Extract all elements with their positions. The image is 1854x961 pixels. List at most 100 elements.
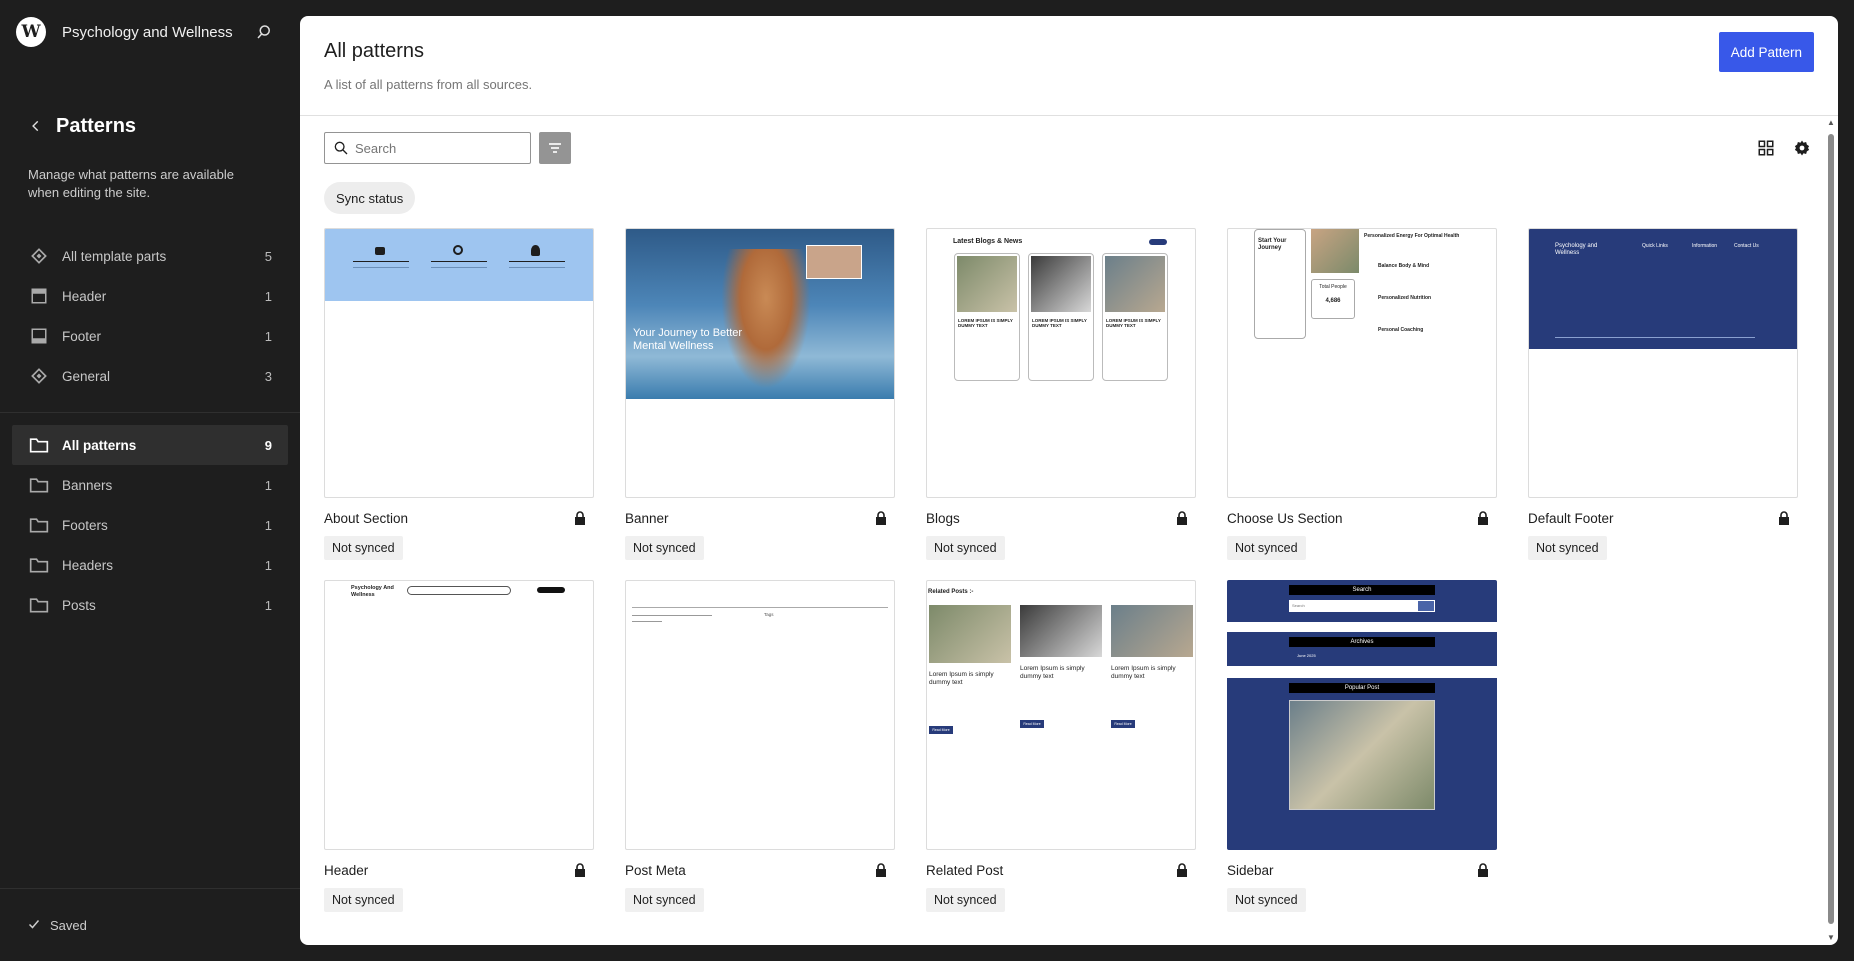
award-icon [531, 245, 540, 256]
pattern-title[interactable]: Default Footer [1528, 511, 1614, 526]
related-post-image [1111, 605, 1193, 657]
nav-item-all-patterns[interactable]: All patterns 9 [12, 425, 288, 465]
pattern-card[interactable]: Psychology and Wellness Quick Links Info… [1528, 228, 1798, 560]
pattern-card[interactable]: Latest Blogs & News LOREM IPSUM IS SIMPL… [926, 228, 1196, 560]
pattern-card[interactable]: Tags Post Meta Not synced [625, 580, 895, 912]
site-title[interactable]: Psychology and Wellness [62, 24, 252, 41]
sidebar-search-widget: Search Search [1227, 580, 1497, 622]
nav-item-general[interactable]: General 3 [12, 356, 288, 396]
blogs-heading: Latest Blogs & News [953, 238, 1023, 245]
nav-label: All template parts [62, 248, 167, 264]
view-options-button[interactable] [1790, 136, 1814, 160]
pattern-preview[interactable]: Psychology and Wellness Quick Links Info… [1528, 228, 1798, 498]
related-heading: Related Posts :- [928, 589, 974, 595]
nav-item-header[interactable]: Header 1 [12, 276, 288, 316]
lock-icon [1779, 511, 1789, 525]
lock-icon [1478, 511, 1488, 525]
header-nav-pill [407, 586, 511, 595]
pattern-preview[interactable]: Tags [625, 580, 895, 850]
pattern-title[interactable]: Blogs [926, 511, 960, 526]
scrollbar-thumb[interactable] [1828, 134, 1834, 924]
pattern-card[interactable]: About Section Not synced [324, 228, 594, 560]
sync-status-badge: Not synced [1528, 536, 1607, 560]
scrollbar[interactable]: ▲ ▼ [1826, 118, 1836, 942]
section-title: Patterns [56, 114, 137, 137]
pattern-preview[interactable]: Your Journey to Better Mental Wellness [625, 228, 895, 498]
pattern-card[interactable]: Start Your Journey Total People 4,686 Pe… [1227, 228, 1497, 560]
grid-layout-button[interactable] [1754, 136, 1778, 160]
pattern-preview[interactable] [324, 228, 594, 498]
nav-item-all-template-parts[interactable]: All template parts 5 [12, 236, 288, 276]
search-input[interactable] [355, 140, 525, 156]
total-people-label: Total People [1319, 284, 1347, 290]
symbol-icon [28, 245, 50, 267]
choose-heading: Start Your Journey [1258, 238, 1287, 251]
pattern-preview[interactable]: Latest Blogs & News LOREM IPSUM IS SIMPL… [926, 228, 1196, 498]
filter-button[interactable] [539, 132, 571, 164]
sidebar-popular-widget: Popular Post [1227, 678, 1497, 850]
folder-icon [28, 474, 50, 496]
nav-label: General [62, 368, 111, 384]
nav-item-footers[interactable]: Footers 1 [12, 505, 288, 545]
pattern-title[interactable]: Choose Us Section [1227, 511, 1343, 526]
pattern-title[interactable]: Post Meta [625, 863, 686, 878]
back-button[interactable] [24, 114, 48, 138]
total-people-value: 4,686 [1325, 298, 1341, 304]
blog-card: LOREM IPSUM IS SIMPLY DUMMY TEXT [1028, 253, 1094, 381]
folder-icon [28, 554, 50, 576]
blog-card-title: LOREM IPSUM IS SIMPLY DUMMY TEXT [958, 318, 1013, 328]
sync-status-badge: Not synced [625, 888, 704, 912]
pattern-title[interactable]: Header [324, 863, 368, 878]
choose-item: Personalized Energy For Optimal Health [1364, 233, 1460, 239]
pattern-card[interactable]: Psychology And Wellness Header Not synce… [324, 580, 594, 912]
check-icon [28, 918, 40, 933]
pattern-title[interactable]: Sidebar [1227, 863, 1274, 878]
scroll-up-arrow-icon[interactable]: ▲ [1827, 118, 1835, 127]
post-meta-tags: Tags [764, 612, 774, 617]
pattern-card[interactable]: Related Posts :- Lorem Ipsum is simply d… [926, 580, 1196, 912]
nav-label: Banners [62, 477, 113, 493]
sync-status-chip[interactable]: Sync status [324, 182, 416, 214]
pattern-preview[interactable]: Search Search Archives June 2025 Popular… [1227, 580, 1497, 850]
related-post-image [929, 605, 1011, 663]
footer-icon [28, 325, 50, 347]
footer-column-heading: Information [1692, 243, 1718, 249]
nav-item-posts[interactable]: Posts 1 [12, 585, 288, 625]
nav-count: 1 [264, 597, 272, 613]
nav-item-footer[interactable]: Footer 1 [12, 316, 288, 356]
header-brand: Psychology And Wellness [351, 585, 394, 598]
pattern-preview[interactable]: Start Your Journey Total People 4,686 Pe… [1227, 228, 1497, 498]
nav-count: 1 [264, 557, 272, 573]
pattern-title[interactable]: About Section [324, 511, 408, 526]
saved-label: Saved [50, 917, 87, 933]
lock-icon [1177, 863, 1187, 877]
nav-label: Headers [62, 557, 114, 573]
add-pattern-button[interactable]: Add Pattern [1718, 32, 1814, 72]
site-hub: W Psychology and Wellness [0, 0, 300, 64]
grid-icon [1758, 140, 1774, 156]
related-post-title: Lorem Ipsum is simply dummy text [929, 671, 994, 686]
pattern-card[interactable]: Search Search Archives June 2025 Popular… [1227, 580, 1497, 912]
search-icon[interactable] [252, 20, 276, 44]
nav-label: Footer [62, 328, 102, 344]
sidebar-archives-widget: Archives June 2025 [1227, 632, 1497, 666]
pattern-title[interactable]: Related Post [926, 863, 1003, 878]
scroll-down-arrow-icon[interactable]: ▼ [1827, 933, 1835, 942]
pattern-preview[interactable]: Psychology And Wellness [324, 580, 594, 850]
nav-item-banners[interactable]: Banners 1 [12, 465, 288, 505]
header-icon [28, 285, 50, 307]
banner-person-image [721, 249, 811, 389]
pattern-title[interactable]: Banner [625, 511, 669, 526]
pattern-card[interactable]: Your Journey to Better Mental Wellness B… [625, 228, 895, 560]
wordpress-logo-icon[interactable]: W [16, 17, 46, 47]
nav-label: Posts [62, 597, 96, 613]
nav-item-headers[interactable]: Headers 1 [12, 545, 288, 585]
view-all-button [1149, 239, 1167, 245]
search-box [324, 132, 531, 164]
pattern-preview[interactable]: Related Posts :- Lorem Ipsum is simply d… [926, 580, 1196, 850]
section-header: Patterns [0, 64, 300, 138]
section-description: Manage what patterns are available when … [28, 167, 234, 200]
sidebar: W Psychology and Wellness Patterns Manag… [0, 0, 300, 961]
nav-label: All patterns [62, 437, 137, 453]
filter-chips: Sync status [300, 180, 1838, 222]
